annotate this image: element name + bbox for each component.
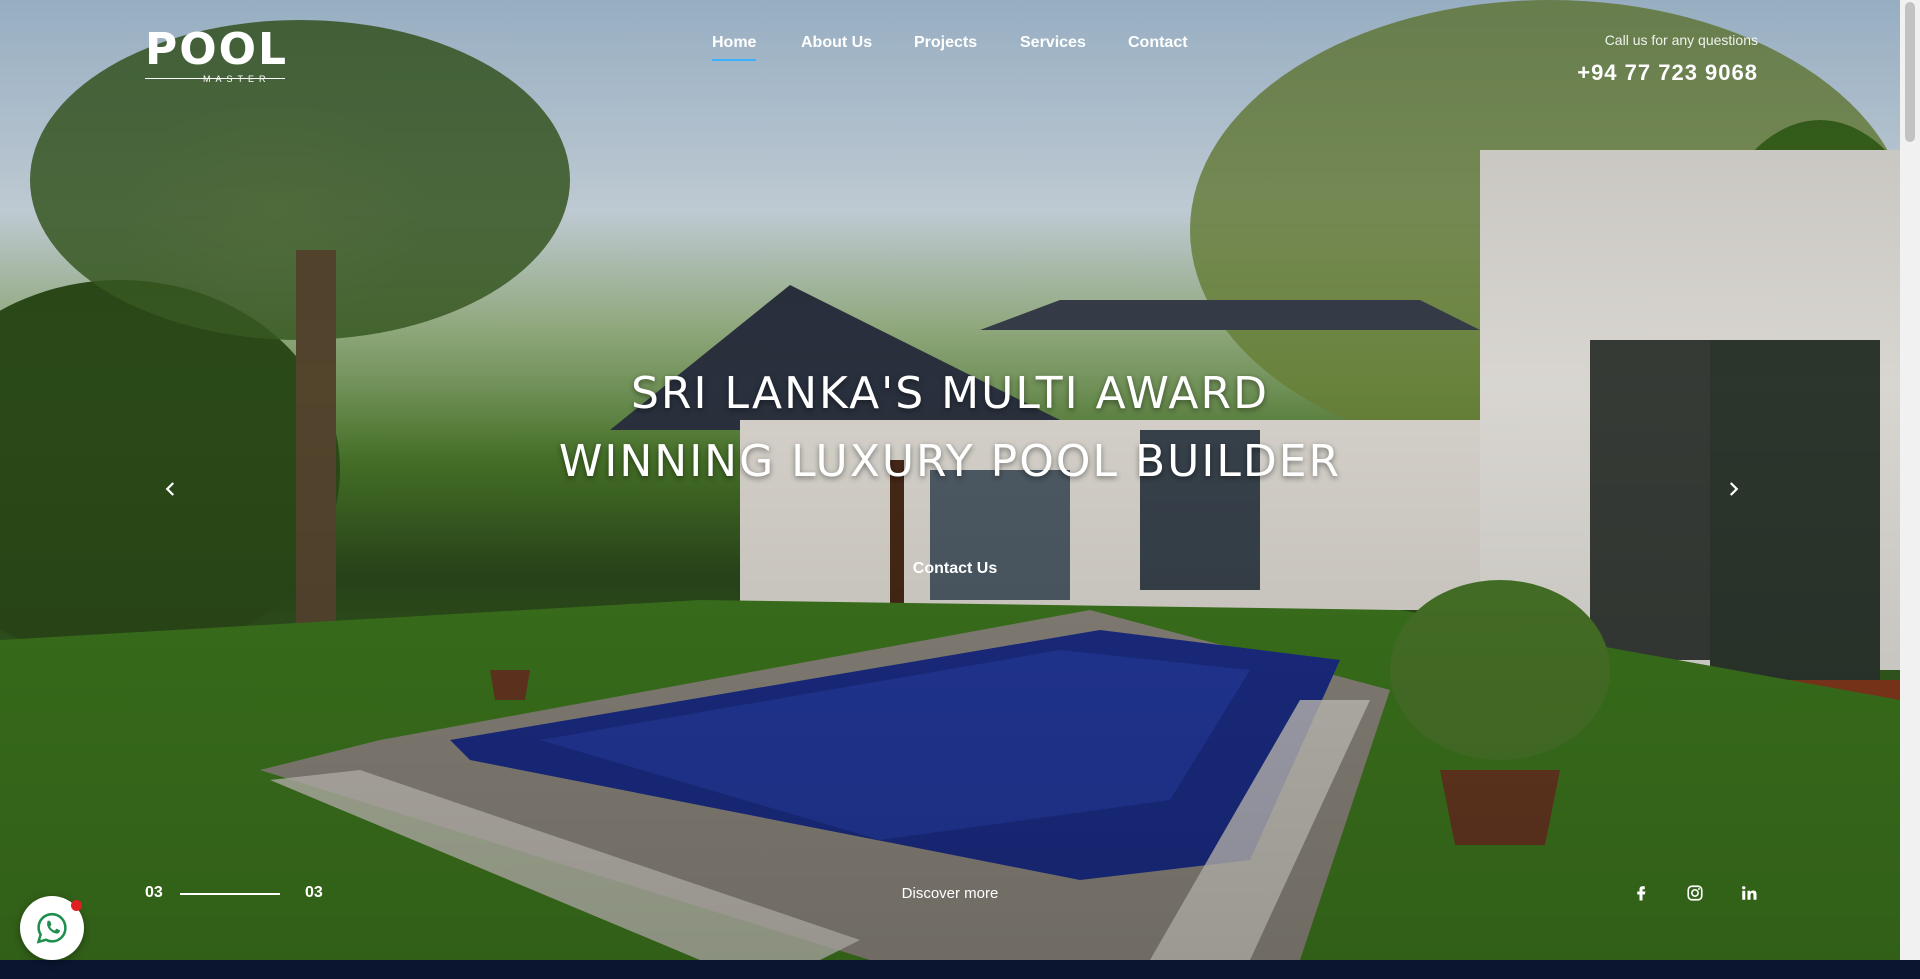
instagram-link[interactable]: [1682, 880, 1708, 906]
slider-next-button[interactable]: [1712, 468, 1754, 510]
nav-item-home[interactable]: Home: [712, 34, 757, 61]
slide-total-number: 03: [305, 884, 323, 901]
logo-subtext: MASTER: [203, 74, 271, 84]
linkedin-link[interactable]: [1736, 880, 1762, 906]
scrollbar-thumb[interactable]: [1905, 2, 1915, 142]
slider-prev-button[interactable]: [150, 468, 192, 510]
facebook-link[interactable]: [1628, 880, 1654, 906]
whatsapp-chat-button[interactable]: [20, 896, 84, 960]
nav-item-projects[interactable]: Projects: [914, 34, 977, 52]
hero-headline-line2: WINNING LUXURY POOL BUILDER: [558, 436, 1342, 487]
page-scrollbar[interactable]: [1900, 0, 1920, 960]
facebook-icon: [1637, 886, 1646, 901]
discover-more-link[interactable]: Discover more: [880, 885, 1020, 902]
contact-us-button[interactable]: Contact Us: [907, 560, 1003, 578]
nav-item-contact[interactable]: Contact: [1128, 34, 1188, 52]
slide-progress-line: [180, 893, 280, 895]
call-label: Call us for any questions: [1604, 32, 1758, 48]
logo-wordmark: POOL: [145, 24, 289, 75]
nav-item-services[interactable]: Services: [1020, 34, 1086, 52]
linkedin-icon: [1742, 886, 1757, 900]
next-section-edge: [0, 960, 1920, 979]
phone-number-link[interactable]: +94 77 723 9068: [1577, 60, 1758, 86]
notification-dot: [71, 900, 82, 911]
whatsapp-icon: [36, 912, 67, 944]
nav-item-about-us[interactable]: About Us: [801, 34, 872, 52]
instagram-icon: [1687, 885, 1703, 901]
chevron-right-icon: [1729, 482, 1739, 496]
site-logo[interactable]: POOL MASTER: [145, 24, 295, 84]
hero-headline-line1: SRI LANKA'S MULTI AWARD: [630, 368, 1269, 419]
slide-current-number: 03: [145, 884, 163, 901]
chevron-left-icon: [165, 482, 175, 496]
